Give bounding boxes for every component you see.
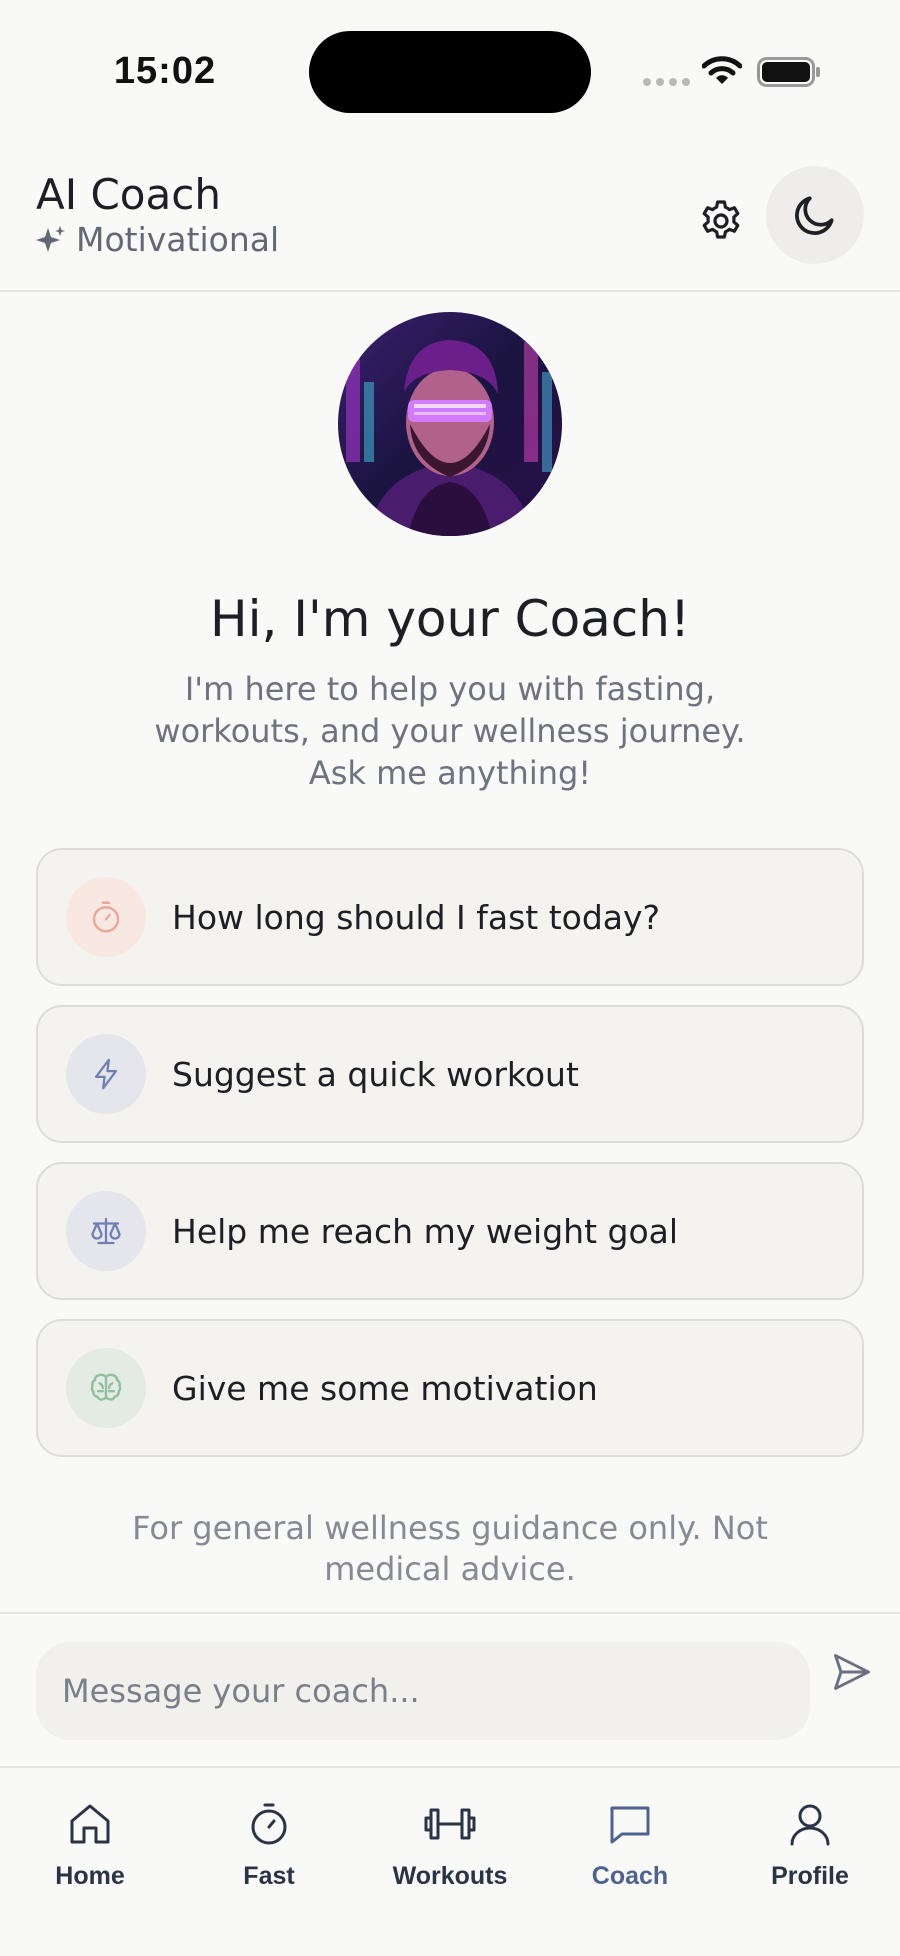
tab-coach[interactable]: Coach [550,1800,710,1891]
header: AI Coach Motivational [0,140,900,292]
brain-icon [66,1348,146,1428]
page-title: AI Coach [36,170,221,219]
tab-fast[interactable]: Fast [189,1800,349,1891]
user-icon [790,1804,830,1846]
tab-label: Fast [243,1862,295,1890]
settings-button[interactable] [690,190,752,252]
welcome-line: I'm here to help you with fasting, [184,670,716,708]
welcome-message: I'm here to help you with fasting, worko… [150,668,750,794]
message-composer [0,1612,900,1768]
welcome-line: Ask me anything! [308,754,592,792]
status-bar: 15:02 [0,0,900,140]
chat-icon [610,1806,650,1844]
stopwatch-icon [66,877,146,957]
sparkle-icon [36,225,65,252]
gear-icon [702,200,740,239]
home-icon [70,1804,110,1844]
send-icon [834,1654,870,1690]
tab-bar: Home Fast Workouts Coach Profile [0,1768,900,1956]
suggestion-label: Give me some motivation [172,1368,598,1408]
battery-icon [757,57,820,87]
suggestion-label: Help me reach my weight goal [172,1211,679,1251]
lightning-icon [66,1034,146,1114]
coach-avatar [338,312,562,536]
coach-personality: Motivational [36,220,279,259]
dark-mode-toggle[interactable] [766,166,864,264]
suggestion-label: Suggest a quick workout [172,1054,579,1094]
dynamic-island [309,31,591,113]
suggestion-fast-duration[interactable]: How long should I fast today? [36,848,864,986]
send-button[interactable] [820,1640,884,1704]
tab-home[interactable]: Home [10,1800,170,1891]
tab-label: Workouts [392,1862,508,1890]
suggestion-motivation[interactable]: Give me some motivation [36,1319,864,1457]
stopwatch-icon [251,1803,287,1845]
welcome-line: workouts, and your wellness journey. [154,712,746,750]
scale-icon [66,1191,146,1271]
wifi-icon [702,56,742,84]
welcome-title: Hi, I'm your Coach! [209,590,691,648]
tab-label: Coach [591,1862,669,1890]
tab-label: Profile [771,1862,849,1890]
disclaimer: For general wellness guidance only. Not … [132,1509,768,1588]
moon-icon [795,196,834,235]
coach-personality-label: Motivational [76,220,280,259]
message-input[interactable] [36,1642,810,1740]
tab-profile[interactable]: Profile [730,1800,890,1891]
status-time: 15:02 [113,50,217,92]
suggestion-label: How long should I fast today? [172,897,661,937]
suggestion-quick-workout[interactable]: Suggest a quick workout [36,1005,864,1143]
tab-label: Home [55,1862,125,1890]
cellular-signal-icon [643,78,690,86]
tab-workouts[interactable]: Workouts [370,1800,530,1891]
suggestion-weight-goal[interactable]: Help me reach my weight goal [36,1162,864,1300]
dumbbell-icon [424,1808,476,1840]
